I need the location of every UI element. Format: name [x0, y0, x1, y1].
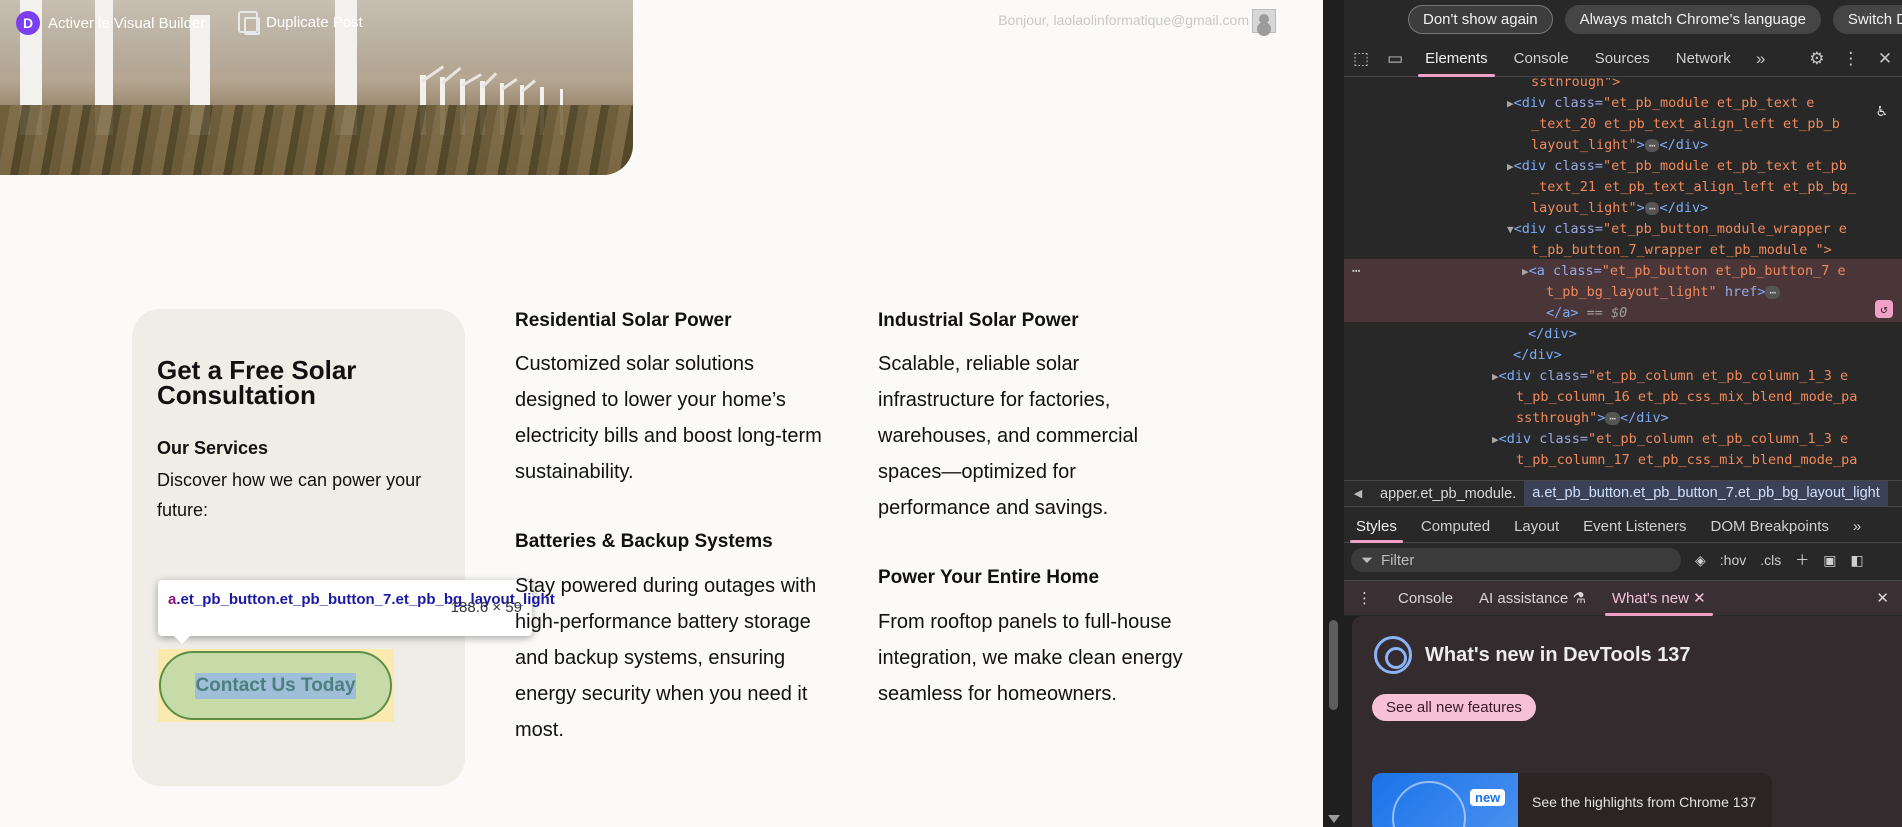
dom-node[interactable]: ▶<div class="et_pb_column et_pb_column_1…	[1492, 366, 1848, 387]
admin-greeting[interactable]: Bonjour, laolaolinformatique@gmail.com	[998, 12, 1249, 28]
toggle-sidebar-icon[interactable]: ◧	[1850, 552, 1863, 569]
tab-sources[interactable]: Sources	[1582, 41, 1663, 77]
devtools-drawer-tabs: ⋮ Console AI assistance ⚗ What's new ✕ ✕	[1344, 580, 1902, 616]
dom-node[interactable]: ▶<div class="et_pb_module et_pb_text et_…	[1507, 156, 1847, 177]
tab-layout[interactable]: Layout	[1502, 511, 1571, 543]
dom-node[interactable]: ▶<div class="et_pb_column et_pb_column_1…	[1492, 429, 1848, 450]
filter-icon: ⏷	[1361, 551, 1374, 569]
drawer-menu-icon[interactable]: ⋮	[1344, 581, 1385, 616]
dom-node-selected[interactable]: ▶<a class="et_pb_button et_pb_button_7 e	[1522, 261, 1846, 282]
accessibility-icon[interactable]: ♿	[1877, 100, 1887, 121]
more-subtabs-chevron-icon[interactable]: »	[1841, 511, 1873, 543]
ai-assist-icon[interactable]: ↺	[1875, 300, 1893, 318]
tab-styles[interactable]: Styles	[1344, 511, 1409, 543]
tooltip-selector: a.et_pb_button.et_pb_button_7.et_pb_bg_l…	[168, 591, 555, 608]
drawer-tab-whats-new[interactable]: What's new ✕	[1599, 581, 1719, 616]
language-infobar: Don't show again Always match Chrome's l…	[1344, 0, 1902, 38]
contact-us-button[interactable]: Contact Us Today	[159, 651, 392, 720]
cls-toggle[interactable]: .cls	[1760, 552, 1781, 568]
more-tabs-chevron-icon[interactable]: »	[1744, 41, 1778, 77]
dom-node[interactable]: ▶<div class="et_pb_module et_pb_text e	[1507, 93, 1814, 114]
styles-toolbar: ⏷ Filter ◈ :hov .cls ＋ ▣ ◧	[1344, 546, 1902, 574]
service-text: Stay powered during outages with high-pe…	[515, 575, 817, 741]
card-subtitle: Our Services	[157, 438, 269, 458]
service-title: Batteries & Backup Systems	[515, 531, 773, 552]
highlights-card[interactable]: new See the highlights from Chrome 137	[1372, 773, 1772, 827]
chrome-logo-icon	[1374, 636, 1412, 674]
tooltip-dimensions: 188.6 × 59	[450, 599, 522, 616]
close-devtools-icon[interactable]: ✕	[1868, 41, 1902, 77]
breadcrumb: ◀ apper.et_pb_module. a.et_pb_button.et_…	[1344, 480, 1902, 507]
web-page: D Activer le Visual Builder Duplicate Po…	[0, 0, 1323, 827]
tab-dom-breakpoints[interactable]: DOM Breakpoints	[1699, 511, 1841, 543]
add-rule-icon[interactable]: ＋	[1795, 550, 1809, 570]
service-text: From rooftop panels to full-house integr…	[878, 611, 1183, 705]
wp-admin-bar: D Activer le Visual Builder Duplicate Po…	[0, 0, 1323, 42]
whats-new-panel: What's new in DevTools 137 See all new f…	[1344, 616, 1902, 827]
duplicate-icon	[238, 11, 260, 35]
see-all-features-button[interactable]: See all new features	[1372, 694, 1536, 721]
page-scrollbar[interactable]	[1323, 0, 1344, 827]
always-match-language-button[interactable]: Always match Chrome's language	[1564, 4, 1821, 34]
card-description: Discover how we can power your future:	[157, 470, 422, 520]
scrollbar-thumb[interactable]	[1329, 620, 1338, 710]
tab-network[interactable]: Network	[1663, 41, 1744, 77]
drawer-tab-ai-assistance[interactable]: AI assistance ⚗	[1466, 581, 1599, 616]
inspect-element-icon[interactable]: ⬚	[1344, 41, 1378, 77]
breadcrumb-scroll-left-icon[interactable]: ◀	[1344, 487, 1372, 500]
service-title: Residential Solar Power	[515, 310, 732, 331]
divi-logo-icon: D	[16, 11, 40, 35]
new-badge: new	[1470, 789, 1506, 806]
tab-console[interactable]: Console	[1501, 41, 1582, 77]
whats-new-title: What's new in DevTools 137	[1425, 644, 1691, 666]
styles-filter-input[interactable]: ⏷ Filter	[1351, 548, 1681, 572]
contact-us-button-label: Contact Us Today	[195, 672, 356, 699]
settings-gear-icon[interactable]: ⚙	[1800, 41, 1834, 77]
breadcrumb-item[interactable]: apper.et_pb_module.	[1372, 486, 1524, 502]
dont-show-again-button[interactable]: Don't show again	[1408, 4, 1553, 34]
devtools-panel: Don't show again Always match Chrome's l…	[1323, 0, 1902, 827]
hov-toggle[interactable]: :hov	[1720, 552, 1746, 568]
tab-event-listeners[interactable]: Event Listeners	[1571, 511, 1698, 543]
highlights-thumbnail: new	[1372, 773, 1518, 827]
highlights-card-text: See the highlights from Chrome 137	[1532, 794, 1757, 810]
service-title: Industrial Solar Power	[878, 310, 1079, 331]
close-drawer-icon[interactable]: ✕	[1863, 581, 1902, 616]
card-title: Get a Free Solar Consultation	[157, 355, 357, 410]
breadcrumb-item-active[interactable]: a.et_pb_button.et_pb_button_7.et_pb_bg_l…	[1524, 481, 1888, 506]
inspect-tooltip: a.et_pb_button.et_pb_button_7.et_pb_bg_l…	[158, 580, 555, 644]
elements-dom-tree[interactable]: ssthrough"> ▶<div class="et_pb_module et…	[1344, 78, 1902, 478]
layers-icon[interactable]: ◈	[1695, 552, 1706, 569]
tab-computed[interactable]: Computed	[1409, 511, 1502, 543]
devtools-main-tabs: ⬚ ▭ Elements Console Sources Network » ⚙…	[1344, 41, 1902, 77]
service-title: Power Your Entire Home	[878, 567, 1100, 588]
scroll-down-arrow-icon[interactable]	[1328, 815, 1340, 823]
flask-icon: ⚗	[1572, 589, 1586, 607]
device-toolbar-icon[interactable]: ▭	[1378, 41, 1412, 77]
drawer-tab-console[interactable]: Console	[1385, 581, 1466, 616]
switch-devtools-language-button[interactable]: Switch DevTools to	[1832, 4, 1902, 34]
avatar[interactable]	[1252, 9, 1276, 33]
duplicate-post-link[interactable]: Duplicate Post	[238, 11, 363, 35]
kebab-menu-icon[interactable]: ⋮	[1834, 41, 1868, 77]
service-text: Customized solar solutions designed to l…	[515, 353, 822, 483]
tab-elements[interactable]: Elements	[1412, 41, 1501, 77]
close-tab-icon: ✕	[1693, 589, 1706, 607]
service-text: Scalable, reliable solar infrastructure …	[878, 353, 1139, 519]
node-actions-ellipsis[interactable]: ⋯	[1352, 261, 1360, 282]
styles-subtabs: Styles Computed Layout Event Listeners D…	[1344, 511, 1902, 543]
dom-node[interactable]: ▼<div class="et_pb_button_module_wrapper…	[1507, 219, 1847, 240]
visual-builder-link[interactable]: D Activer le Visual Builder	[16, 11, 205, 35]
paint-icon[interactable]: ▣	[1823, 552, 1836, 569]
